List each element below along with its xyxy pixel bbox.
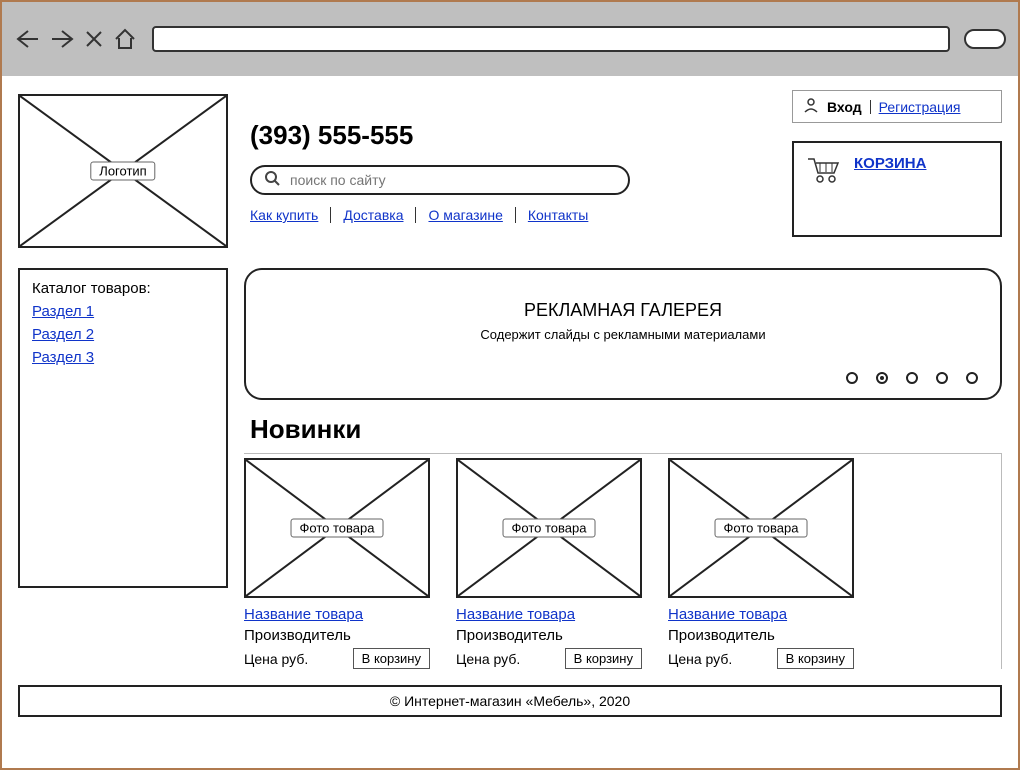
nav-link[interactable]: Доставка (343, 207, 403, 223)
product-image-caption: Фото товара (715, 519, 808, 538)
address-bar[interactable] (152, 26, 950, 52)
stop-icon[interactable] (82, 27, 106, 51)
register-link[interactable]: Регистрация (879, 99, 961, 115)
catalog-title: Каталог товаров: (32, 280, 214, 297)
search-input[interactable] (288, 171, 616, 189)
gallery-title: РЕКЛАМНАЯ ГАЛЕРЕЯ (246, 300, 1000, 321)
product-card: Фото товара Название товара Производител… (456, 458, 642, 669)
logo-caption: Логотип (90, 162, 155, 181)
catalog-item[interactable]: Раздел 3 (32, 349, 214, 366)
nav-link[interactable]: О магазине (428, 207, 502, 223)
product-name-link[interactable]: Название товара (668, 606, 854, 623)
cart-link[interactable]: КОРЗИНА (854, 155, 926, 172)
product-price: Цена руб. (244, 651, 308, 667)
throbber-icon (964, 29, 1006, 49)
gallery-dots (846, 372, 978, 384)
search-icon (264, 170, 280, 191)
nav-link[interactable]: Как купить (250, 207, 318, 223)
product-image-placeholder: Фото товара (668, 458, 854, 598)
gallery-dot[interactable] (936, 372, 948, 384)
forward-icon[interactable] (48, 27, 76, 51)
catalog-item[interactable]: Раздел 2 (32, 326, 214, 343)
gallery-dot[interactable] (846, 372, 858, 384)
nav-link[interactable]: Контакты (528, 207, 588, 223)
product-image-caption: Фото товара (503, 519, 596, 538)
search-box[interactable] (250, 165, 630, 195)
product-name-link[interactable]: Название товара (244, 606, 430, 623)
products-row: Фото товара Название товара Производител… (244, 453, 1002, 669)
gallery-dot[interactable] (876, 372, 888, 384)
promo-gallery: РЕКЛАМНАЯ ГАЛЕРЕЯ Содержит слайды с рекл… (244, 268, 1002, 400)
product-price: Цена руб. (668, 651, 732, 667)
add-to-cart-button[interactable]: В корзину (353, 648, 430, 669)
product-manufacturer: Производитель (244, 627, 430, 644)
product-image-placeholder: Фото товара (244, 458, 430, 598)
product-image-placeholder: Фото товара (456, 458, 642, 598)
login-link[interactable]: Вход (827, 99, 862, 115)
product-price: Цена руб. (456, 651, 520, 667)
product-card: Фото товара Название товара Производител… (668, 458, 854, 669)
back-icon[interactable] (14, 27, 42, 51)
catalog-item[interactable]: Раздел 1 (32, 303, 214, 320)
gallery-subtitle: Содержит слайды с рекламными материалами (246, 327, 1000, 342)
user-icon (803, 97, 819, 116)
auth-box: Вход Регистрация (792, 90, 1002, 123)
section-title: Новинки (250, 414, 1002, 445)
product-manufacturer: Производитель (668, 627, 854, 644)
header-nav: Как купить Доставка О магазине Контакты (250, 207, 776, 223)
footer: © Интернет-магазин «Мебель», 2020 (18, 685, 1002, 717)
logo-placeholder: Логотип (18, 94, 228, 248)
cart-box[interactable]: КОРЗИНА (792, 141, 1002, 237)
add-to-cart-button[interactable]: В корзину (565, 648, 642, 669)
home-icon[interactable] (112, 27, 138, 51)
product-manufacturer: Производитель (456, 627, 642, 644)
cart-icon (806, 155, 840, 188)
catalog-box: Каталог товаров: Раздел 1 Раздел 2 Разде… (18, 268, 228, 588)
gallery-dot[interactable] (906, 372, 918, 384)
product-name-link[interactable]: Название товара (456, 606, 642, 623)
product-image-caption: Фото товара (291, 519, 384, 538)
phone-number: (393) 555-555 (250, 120, 776, 151)
browser-chrome (2, 2, 1018, 76)
add-to-cart-button[interactable]: В корзину (777, 648, 854, 669)
gallery-dot[interactable] (966, 372, 978, 384)
product-card: Фото товара Название товара Производител… (244, 458, 430, 669)
